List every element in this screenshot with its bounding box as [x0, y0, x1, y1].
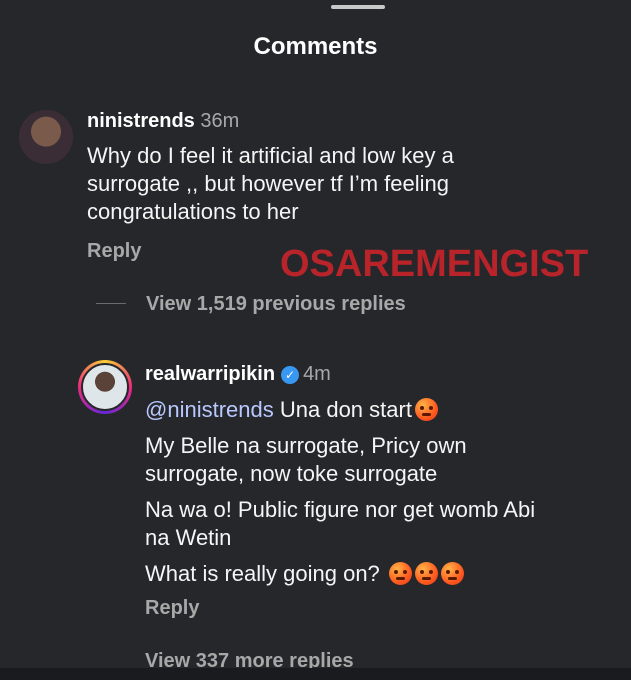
angry-face-emoji-icon [388, 562, 412, 585]
comment-line: surrogate ,, but however tf I’m feeling [87, 171, 449, 196]
comment-line: My Belle na surrogate, Pricy own [145, 433, 467, 458]
comment-header: realwarripikin ✓ 4m [145, 363, 331, 386]
comment-line: Why do I feel it artificial and low key … [87, 143, 454, 168]
comment-text: What is really going on? [145, 561, 380, 586]
view-previous-replies-button[interactable]: View 1,519 previous replies [96, 293, 406, 316]
angry-face-emoji-icon [414, 398, 438, 421]
mention-link[interactable]: @ninistrends [145, 397, 274, 422]
comment-line: Na wa o! Public figure nor get womb Abi [145, 497, 536, 522]
sheet-title: Comments [253, 33, 378, 60]
sheet-grabber-handle[interactable] [331, 5, 385, 9]
verified-badge-icon: ✓ [281, 366, 300, 384]
comment-time: 4m [303, 363, 331, 385]
comment-body: @ninistrends Una don start My Belle na s… [145, 396, 535, 588]
watermark: OSAREMENGIST [280, 243, 589, 285]
bottom-edge [0, 668, 631, 680]
comment-line: surrogate, now toke surrogate [145, 461, 438, 486]
divider-line [96, 303, 126, 304]
avatar-realwarripikin[interactable] [78, 360, 132, 414]
comment-header: ninistrends 36m [87, 110, 239, 133]
comment-body: Why do I feel it artificial and low key … [87, 142, 454, 226]
comment-line-last: What is really going on? [145, 560, 535, 588]
comment-time: 36m [200, 110, 240, 132]
username-ninistrends[interactable]: ninistrends [87, 110, 195, 132]
avatar-image [81, 363, 129, 411]
view-replies-label: View 1,519 previous replies [146, 293, 406, 315]
comment-text: Una don start [279, 397, 412, 422]
comment-line-first: @ninistrends Una don start [145, 396, 535, 424]
angry-face-emoji-icon [440, 562, 464, 585]
avatar-ninistrends[interactable] [19, 110, 73, 164]
angry-face-emoji-icon [414, 562, 438, 585]
username-realwarripikin[interactable]: realwarripikin [145, 363, 275, 385]
reply-button[interactable]: Reply [145, 597, 199, 620]
comment-line: na Wetin [145, 525, 232, 550]
comment-line: congratulations to her [87, 199, 299, 224]
reply-button[interactable]: Reply [87, 240, 141, 263]
